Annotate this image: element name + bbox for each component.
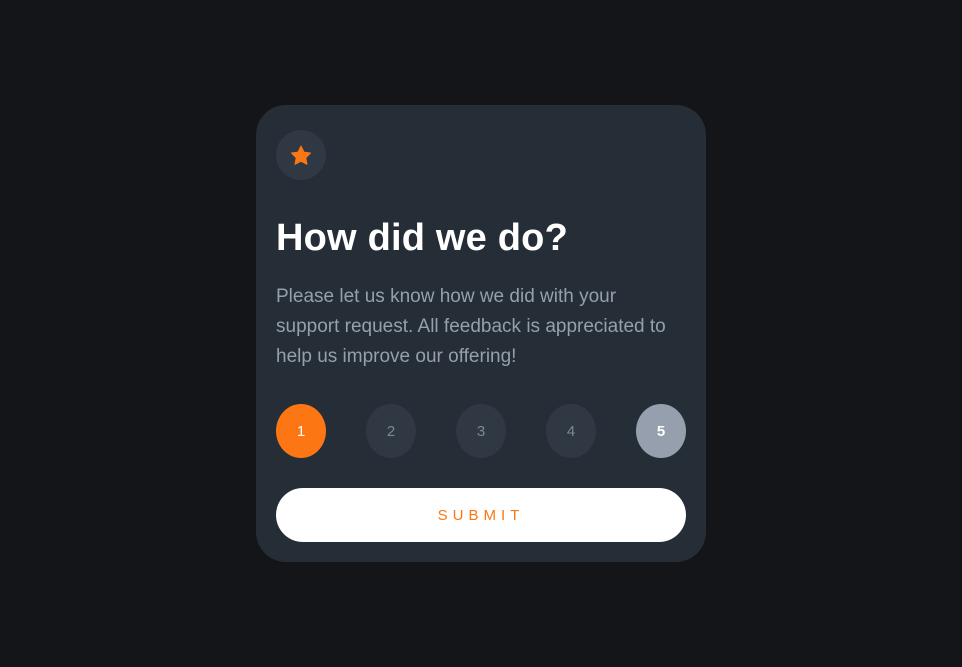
rating-button-2[interactable]: 2	[366, 404, 416, 458]
page-title: How did we do?	[276, 217, 568, 259]
rating-button-1[interactable]: 1	[276, 404, 326, 458]
rating-button-4[interactable]: 4	[546, 404, 596, 458]
submit-button[interactable]: SUBMIT	[276, 488, 686, 542]
description-text: Please let us know how we did with your …	[276, 286, 666, 367]
rating-button-5[interactable]: 5	[636, 404, 686, 458]
star-badge	[276, 130, 326, 180]
rating-button-3[interactable]: 3	[456, 404, 506, 458]
rating-card: How did we do? Please let us know how we…	[256, 105, 706, 562]
rating-options: 1 2 3 4 5	[276, 404, 686, 458]
star-icon	[290, 145, 312, 165]
